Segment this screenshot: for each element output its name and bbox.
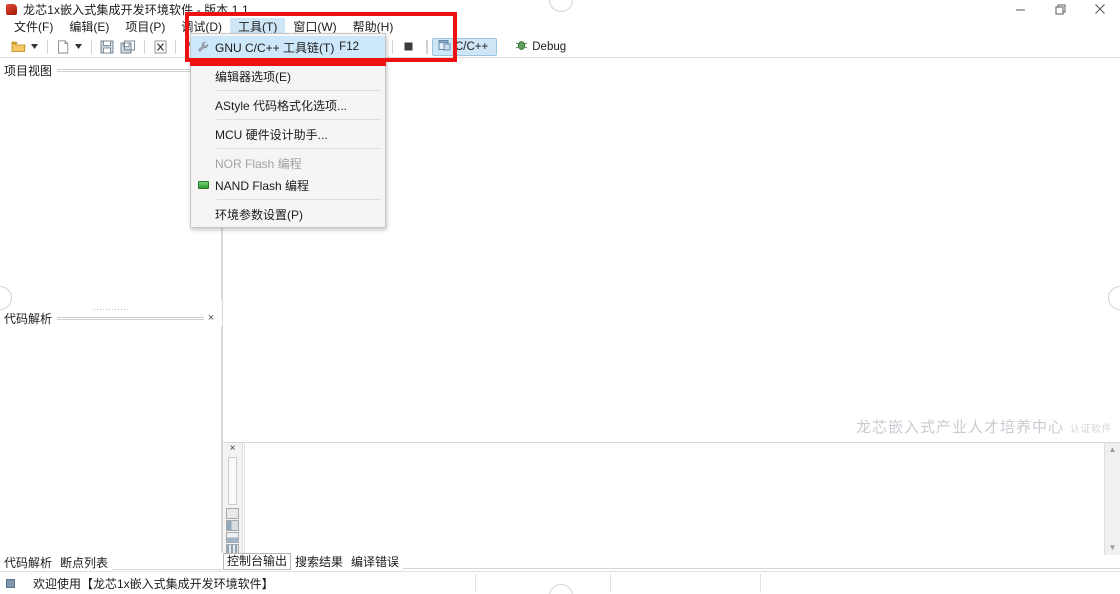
new-file-icon[interactable] [54, 38, 72, 56]
editor-watermark: 龙芯嵌入式产业人才培养中心 认证软件 [856, 416, 1112, 437]
tab-code-analysis[interactable]: 代码解析 [0, 556, 56, 571]
menu-item-environment-settings[interactable]: 环境参数设置(P) [191, 203, 385, 225]
tab-search-results[interactable]: 搜索结果 [291, 555, 347, 570]
menu-edit[interactable]: 编辑(E) [61, 18, 117, 36]
cpp-perspective-icon [438, 39, 451, 54]
toolbar-separator [91, 39, 92, 54]
toolbar-separator [144, 39, 145, 54]
code-analysis-body[interactable] [0, 326, 222, 552]
menu-item-mcu-assistant[interactable]: MCU 硬件设计助手... [191, 123, 385, 145]
menu-item-environment-settings-label: 环境参数设置(P) [215, 207, 303, 222]
code-analysis-rule [57, 317, 204, 320]
menu-item-mcu-assistant-label: MCU 硬件设计助手... [215, 127, 328, 142]
restore-icon[interactable] [1040, 0, 1080, 18]
menu-item-astyle-format-label: AStyle 代码格式化选项... [215, 98, 348, 113]
window-controls [1000, 0, 1120, 18]
toolbar-separator [392, 39, 393, 54]
console-tool-icons [226, 508, 239, 555]
menu-item-gnu-toolchain-label: GNU C/C++ 工具链(T) [215, 40, 335, 55]
perspective-debug[interactable]: Debug [509, 38, 575, 56]
open-project-icon[interactable] [9, 38, 28, 56]
app-icon [6, 3, 17, 15]
clear-console-icon[interactable] [226, 508, 239, 519]
code-analysis-header: 代码解析 × [4, 310, 218, 326]
status-separator [610, 574, 611, 593]
console-dock: × ▲ ▼ [223, 442, 1120, 555]
scroll-down-arrow-icon[interactable]: ▼ [1109, 541, 1117, 555]
menu-project[interactable]: 项目(P) [117, 18, 173, 36]
save-icon[interactable] [98, 38, 116, 56]
tab-breakpoint-list[interactable]: 断点列表 [56, 556, 112, 571]
application-window: 龙芯1x嵌入式集成开发环境软件 - 版本 1.1 文件(F) 编辑(E) 项目(… [0, 0, 1120, 594]
menu-separator [217, 119, 381, 120]
watermark-main-text: 龙芯嵌入式产业人才培养中心 [855, 419, 1064, 436]
toolbar-separator [427, 39, 428, 54]
console-minimap-scroll[interactable] [228, 457, 237, 505]
status-message-icon [6, 578, 15, 588]
perspective-cpp-label: C/C++ [455, 40, 489, 53]
watermark-sub-text: 认证软件 [1070, 424, 1112, 435]
tab-build-errors[interactable]: 编译错误 [347, 555, 403, 570]
code-analysis-close-icon[interactable]: × [204, 312, 218, 324]
minimize-icon[interactable] [1000, 0, 1040, 18]
menu-item-nand-flash-label: NAND Flash 编程 [215, 178, 310, 193]
perspective-cpp[interactable]: C/C++ [432, 37, 498, 56]
pin-console-icon[interactable] [226, 532, 239, 543]
main-toolbar: C/C++ Debug [0, 36, 1120, 58]
left-tabstrip-rule [112, 569, 222, 570]
right-tabstrip-rule [403, 568, 1120, 569]
menu-item-editor-options-label: 编辑器选项(E) [215, 69, 291, 84]
annotation-strike-line [190, 62, 386, 66]
console-output-body[interactable] [244, 443, 1103, 555]
project-view-header: 项目视图 [4, 62, 218, 78]
console-vertical-scrollbar[interactable]: ▲ ▼ [1104, 443, 1120, 555]
project-view-title: 项目视图 [4, 63, 53, 78]
project-view-body[interactable] [0, 78, 222, 300]
stop-icon[interactable] [399, 38, 417, 56]
menu-item-editor-options[interactable]: 编辑器选项(E) [191, 65, 385, 87]
status-bar: 欢迎使用【龙芯1x嵌入式集成开发环境软件】 [0, 571, 1120, 594]
perspective-debug-label: Debug [532, 40, 567, 53]
console-close-icon[interactable]: × [224, 443, 242, 455]
wrench-icon [191, 41, 215, 53]
menu-separator [217, 148, 381, 149]
status-separator [475, 574, 476, 593]
open-project-dropdown-icon[interactable] [29, 38, 40, 56]
menu-separator [217, 199, 381, 200]
menu-separator [217, 90, 381, 91]
menu-item-astyle-format[interactable]: AStyle 代码格式化选项... [191, 94, 385, 116]
console-side-toolbar: × [223, 443, 243, 555]
menu-item-nor-flash-label: NOR Flash 编程 [215, 156, 302, 171]
scroll-lock-icon[interactable] [226, 520, 239, 531]
status-message: 欢迎使用【龙芯1x嵌入式集成开发环境软件】 [33, 576, 274, 591]
tab-console-output[interactable]: 控制台输出 [223, 553, 292, 570]
toolbar-separator [426, 39, 427, 54]
new-file-dropdown-icon[interactable] [73, 38, 84, 56]
window-title: 龙芯1x嵌入式集成开发环境软件 - 版本 1.1 [23, 2, 249, 17]
close-icon[interactable] [1080, 0, 1120, 18]
menu-item-nand-flash[interactable]: NAND Flash 编程 [191, 174, 385, 196]
chip-icon [191, 181, 215, 189]
title-bar: 龙芯1x嵌入式集成开发环境软件 - 版本 1.1 [0, 0, 1120, 18]
menu-file[interactable]: 文件(F) [6, 18, 61, 36]
menu-item-gnu-toolchain[interactable]: GNU C/C++ 工具链(T) F12 [191, 36, 385, 58]
scroll-up-arrow-icon[interactable]: ▲ [1109, 443, 1117, 457]
debug-perspective-icon [515, 39, 528, 54]
menu-item-nor-flash: NOR Flash 编程 [191, 152, 385, 174]
code-analysis-title: 代码解析 [4, 311, 53, 326]
toolbar-separator [47, 39, 48, 54]
status-separator [760, 574, 761, 593]
menu-bar: 文件(F) 编辑(E) 项目(P) 调试(D) 工具(T) 窗口(W) 帮助(H… [0, 18, 1120, 36]
menu-item-gnu-toolchain-shortcut: F12 [339, 41, 359, 53]
left-dock-tabstrip: 代码解析 断点列表 [0, 555, 222, 571]
toolbar-separator [175, 39, 176, 54]
console-dock-tabstrip: 控制台输出 搜索结果 编译错误 [223, 553, 1120, 570]
save-all-icon[interactable] [118, 38, 138, 56]
delete-icon[interactable] [151, 38, 169, 56]
